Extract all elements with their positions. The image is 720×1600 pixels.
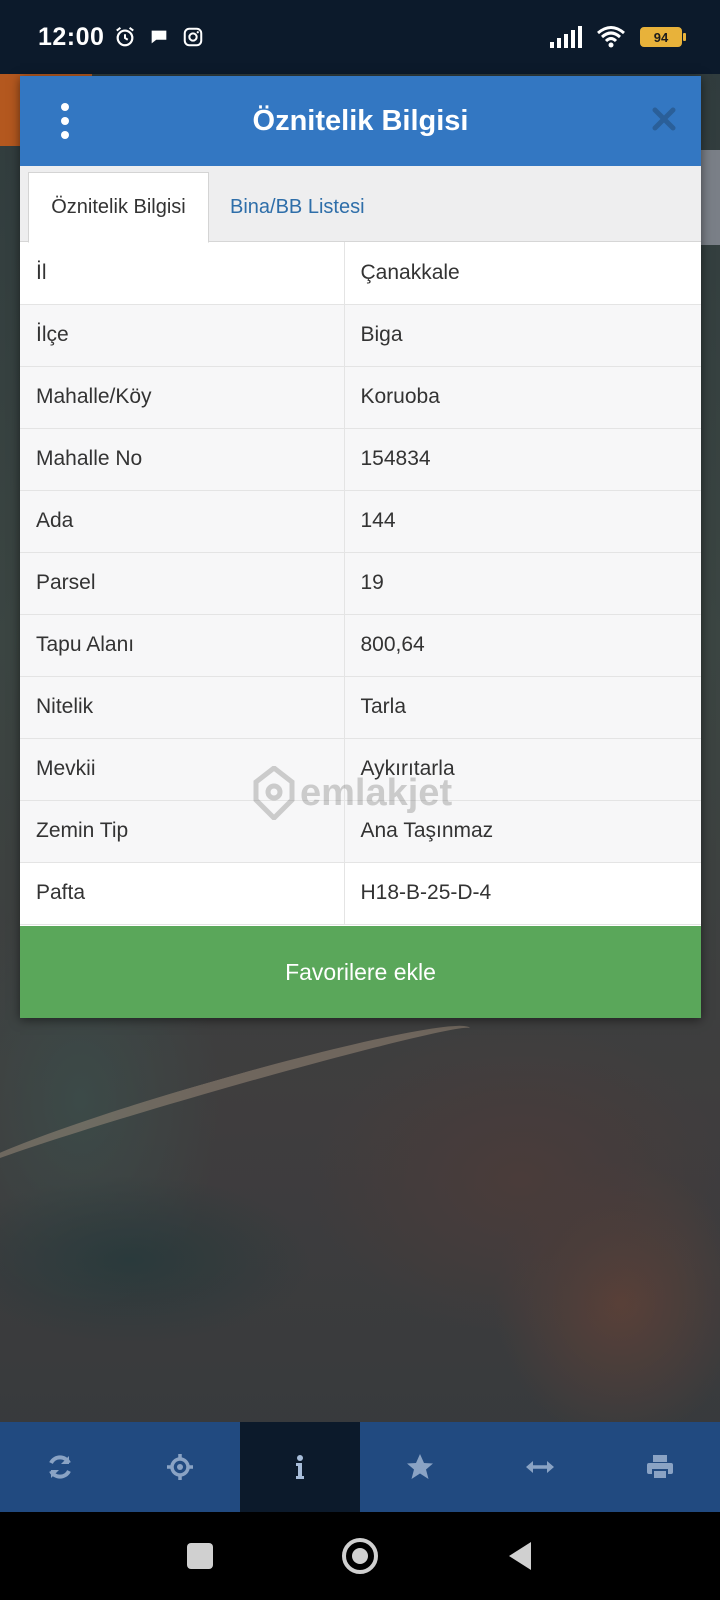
wifi-icon: [597, 26, 625, 48]
attribute-table: İl Çanakkale İlçe Biga Mahalle/Köy Koruoba …: [20, 242, 701, 925]
table-row: Tapu Alanı 800,64: [20, 614, 701, 677]
table-row: Zemin Tip Ana Taşınmaz: [20, 800, 701, 863]
add-to-favorites-button[interactable]: Favorilere ekle: [20, 926, 701, 1018]
row-key: Zemin Tip: [20, 800, 345, 863]
table-row: Pafta H18-B-25-D-4: [20, 862, 701, 925]
row-value: 19: [344, 552, 701, 615]
back-button[interactable]: [500, 1536, 540, 1576]
favorites-button[interactable]: [360, 1422, 480, 1512]
row-key: Mahalle No: [20, 428, 345, 491]
locate-icon: [167, 1454, 193, 1480]
battery-level: 94: [653, 29, 669, 45]
close-icon[interactable]: [649, 104, 679, 134]
map-scroll-fragment: [700, 150, 720, 245]
table-row: İlçe Biga: [20, 304, 701, 367]
map-road: [0, 1009, 476, 1191]
system-navigation-bar: [0, 1512, 720, 1600]
attribute-dialog: Öznitelik Bilgisi Öznitelik Bilgisi Bina…: [20, 76, 701, 1018]
row-key: İlçe: [20, 304, 345, 367]
star-icon: [407, 1454, 433, 1479]
info-icon: [296, 1455, 304, 1479]
instagram-icon: [184, 27, 203, 47]
row-key: Ada: [20, 490, 345, 553]
menu-dot-icon: [61, 131, 69, 139]
alarm-icon: [116, 27, 135, 47]
row-key: Mahalle/Köy: [20, 366, 345, 429]
status-time: 12:00: [38, 22, 105, 51]
home-button[interactable]: [340, 1536, 380, 1576]
row-key: Tapu Alanı: [20, 614, 345, 677]
row-value: Aykırıtarla: [344, 738, 701, 801]
table-row: Mevkii Aykırıtarla: [20, 738, 701, 801]
row-value: 800,64: [344, 614, 701, 677]
row-value: 144: [344, 490, 701, 553]
battery-icon: 94: [640, 27, 686, 47]
row-value: Koruoba: [344, 366, 701, 429]
refresh-icon: [49, 1455, 71, 1479]
row-key: İl: [20, 242, 345, 305]
row-value: H18-B-25-D-4: [344, 862, 701, 925]
recents-button[interactable]: [180, 1536, 220, 1576]
measure-button[interactable]: [480, 1422, 600, 1512]
menu-dot-icon: [61, 103, 69, 111]
row-value: 154834: [344, 428, 701, 491]
table-row: Mahalle/Köy Koruoba: [20, 366, 701, 429]
row-value: Ana Taşınmaz: [344, 800, 701, 863]
tab-bar: Öznitelik Bilgisi Bina/BB Listesi: [20, 166, 701, 243]
row-key: Nitelik: [20, 676, 345, 739]
row-key: Parsel: [20, 552, 345, 615]
more-options-button[interactable]: [50, 96, 80, 146]
print-button[interactable]: [600, 1422, 720, 1512]
row-key: Pafta: [20, 862, 345, 925]
menu-dot-icon: [61, 117, 69, 125]
measure-icon: [526, 1461, 554, 1473]
locate-button[interactable]: [120, 1422, 240, 1512]
dialog-title: Öznitelik Bilgisi: [252, 104, 469, 137]
row-value: Çanakkale: [344, 242, 701, 305]
tab-building-list[interactable]: Bina/BB Listesi: [230, 172, 365, 243]
info-button[interactable]: [240, 1422, 360, 1512]
back-triangle-icon: [509, 1542, 531, 1570]
row-value: Tarla: [344, 676, 701, 739]
message-icon: [152, 30, 167, 44]
row-key: Mevkii: [20, 738, 345, 801]
table-row: Mahalle No 154834: [20, 428, 701, 491]
table-row: İl Çanakkale: [20, 242, 701, 305]
tab-attribute-info[interactable]: Öznitelik Bilgisi: [28, 172, 209, 243]
row-value: Biga: [344, 304, 701, 367]
bottom-toolbar: [0, 1422, 720, 1512]
status-bar: 12:00 94: [0, 0, 720, 74]
table-row: Parsel 19: [20, 552, 701, 615]
table-row: Ada 144: [20, 490, 701, 553]
refresh-button[interactable]: [0, 1422, 120, 1512]
table-row: Nitelik Tarla: [20, 676, 701, 739]
signal-icon: [550, 26, 582, 48]
dialog-header: Öznitelik Bilgisi: [20, 76, 701, 166]
print-icon: [647, 1455, 673, 1480]
circle-home-icon: [342, 1538, 378, 1574]
square-icon: [187, 1543, 213, 1569]
